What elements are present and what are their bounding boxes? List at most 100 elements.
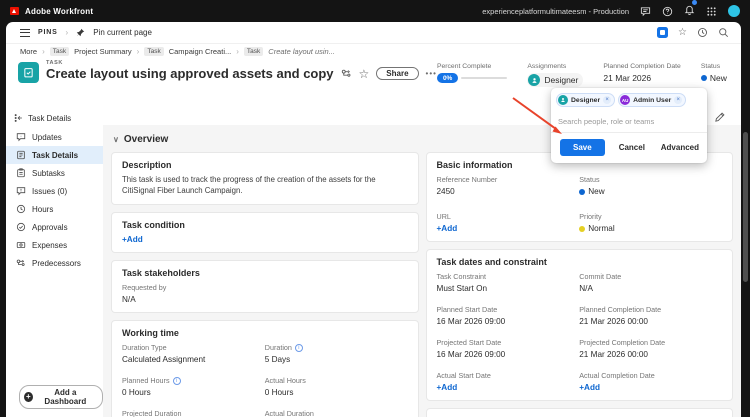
pins-toolbar: PINS › Pin current page ☆ bbox=[6, 22, 741, 44]
remove-assignee-icon[interactable]: × bbox=[674, 96, 683, 104]
search-icon[interactable] bbox=[718, 27, 729, 38]
sidebar-item-label: Subtasks bbox=[32, 168, 65, 178]
working-time-card: Working time Duration Type Calculated As… bbox=[111, 320, 419, 417]
assignee-chip-label: Admin User bbox=[633, 96, 672, 104]
assignee-chip-designer[interactable]: Designer × bbox=[556, 93, 616, 107]
add-actual-start-link[interactable]: +Add bbox=[437, 383, 580, 392]
breadcrumb-current-task: Create layout usin... bbox=[268, 47, 335, 56]
field-label: Actual Duration bbox=[264, 409, 314, 417]
info-icon: i bbox=[294, 343, 303, 352]
field-value: Normal bbox=[588, 224, 615, 233]
app-switcher-icon[interactable] bbox=[706, 6, 717, 17]
pin-current-page-button[interactable]: Pin current page bbox=[93, 28, 152, 37]
breadcrumb-more[interactable]: More bbox=[20, 47, 37, 56]
basic-information-card: Basic information Reference Number 2450 … bbox=[425, 152, 733, 242]
add-dashboard-label: Add a Dashboard bbox=[44, 388, 87, 406]
field-label: Task Constraint bbox=[436, 272, 487, 281]
updates-icon bbox=[16, 133, 26, 142]
scrollbar-thumb[interactable] bbox=[743, 132, 748, 282]
edit-pencil-icon[interactable] bbox=[714, 112, 725, 123]
status-block: Status New bbox=[700, 63, 727, 87]
add-url-link[interactable]: +Add bbox=[437, 224, 580, 233]
share-button[interactable]: Share bbox=[376, 67, 419, 80]
chevron-down-icon: ∨ bbox=[113, 135, 119, 144]
description-card: Description This task is used to track t… bbox=[111, 152, 419, 206]
breadcrumb-project-summary[interactable]: Project Summary bbox=[74, 47, 132, 56]
more-options-icon[interactable]: ••• bbox=[426, 69, 437, 78]
predecessor-flow-icon[interactable] bbox=[341, 68, 352, 79]
sidebar-item-expenses[interactable]: Expenses bbox=[6, 236, 103, 254]
predecessors-icon bbox=[16, 259, 25, 266]
field-value: 21 Mar 2026 00:00 bbox=[579, 350, 648, 359]
sidebar-item-subtasks[interactable]: Subtasks bbox=[6, 164, 103, 182]
field-label: Projected Duration bbox=[122, 409, 182, 417]
field-label: Planned Hours bbox=[122, 376, 170, 386]
remove-assignee-icon[interactable]: × bbox=[603, 96, 612, 104]
sidebar-item-task-details[interactable]: Task Details bbox=[6, 146, 103, 164]
favorites-star-icon[interactable]: ☆ bbox=[678, 27, 687, 38]
favorite-star-icon[interactable]: ☆ bbox=[359, 68, 370, 80]
sidebar-item-updates[interactable]: Updates bbox=[6, 128, 103, 146]
info-icon: i bbox=[172, 376, 181, 385]
app-panel: PINS › Pin current page ☆ More › Task Pr… bbox=[6, 22, 741, 417]
field-label: Priority bbox=[579, 212, 602, 221]
field-label: Planned Completion Date bbox=[579, 305, 662, 314]
help-icon[interactable] bbox=[662, 6, 673, 17]
assignee-avatar bbox=[558, 95, 568, 105]
sidebar-item-label: Approvals bbox=[32, 222, 68, 232]
sidebar-item-label: Expenses bbox=[32, 240, 68, 250]
recents-history-icon[interactable] bbox=[697, 27, 708, 38]
breadcrumb-campaign[interactable]: Campaign Creati... bbox=[169, 47, 232, 56]
main-menu-icon[interactable] bbox=[20, 28, 30, 37]
assignee-chip-admin-user[interactable]: AU Admin User × bbox=[618, 93, 687, 107]
percent-complete-value[interactable]: 0% bbox=[436, 73, 459, 83]
sidebar-item-label: Hours bbox=[32, 204, 54, 214]
advanced-button[interactable]: Advanced bbox=[661, 143, 699, 152]
notification-dot bbox=[692, 0, 697, 5]
assignee-pill[interactable]: Designer bbox=[527, 73, 584, 87]
sidebar-item-predecessors[interactable]: Predecessors bbox=[6, 254, 103, 272]
field-value: 21 Mar 2026 00:00 bbox=[579, 317, 648, 326]
approvals-icon bbox=[16, 222, 26, 232]
active-pin-badge-icon[interactable] bbox=[657, 27, 669, 38]
sidebar-item-approvals[interactable]: Approvals bbox=[6, 218, 103, 236]
field-label: Commit Date bbox=[579, 272, 622, 281]
cancel-button[interactable]: Cancel bbox=[619, 143, 645, 152]
add-dashboard-button[interactable]: + Add a Dashboard bbox=[19, 385, 103, 409]
assignee-avatar: AU bbox=[620, 95, 631, 105]
field-value: 16 Mar 2026 09:00 bbox=[436, 350, 506, 359]
chevron-right-icon: › bbox=[236, 47, 239, 56]
field-value: 5 Days bbox=[264, 355, 291, 365]
add-task-condition-link[interactable]: +Add bbox=[122, 235, 408, 244]
sidebar-item-issues[interactable]: Issues (0) bbox=[6, 182, 103, 200]
panel-header[interactable]: Task Details bbox=[6, 110, 103, 128]
issues-icon bbox=[16, 187, 26, 196]
status-dot bbox=[700, 75, 707, 81]
entry-updates-card: Entry and updates Entry Date 10 Feb 2026… bbox=[425, 408, 733, 417]
card-title: Task condition bbox=[122, 220, 185, 231]
field-value: N/A bbox=[579, 284, 593, 293]
task-type-icon bbox=[18, 62, 39, 83]
field-label: Duration Type bbox=[122, 343, 167, 353]
status-label: Status bbox=[700, 63, 721, 70]
card-title: Description bbox=[122, 160, 172, 170]
notifications-bell-icon[interactable] bbox=[684, 0, 697, 20]
field-value: New bbox=[588, 187, 605, 196]
field-value: N/A bbox=[122, 295, 136, 305]
task-stakeholders-card: Task stakeholders Requested by N/A bbox=[111, 260, 419, 314]
sidebar-item-hours[interactable]: Hours bbox=[6, 200, 103, 218]
add-actual-completion-link[interactable]: +Add bbox=[579, 383, 722, 392]
user-avatar[interactable] bbox=[728, 5, 740, 17]
subtasks-icon bbox=[17, 168, 25, 178]
task-condition-card: Task condition +Add bbox=[111, 212, 419, 254]
assignee-search-input[interactable] bbox=[551, 115, 707, 132]
feedback-icon[interactable] bbox=[640, 6, 651, 17]
pins-label[interactable]: PINS bbox=[38, 29, 58, 36]
page-title: Create layout using approved assets and … bbox=[46, 66, 334, 81]
collapse-panel-icon[interactable] bbox=[14, 113, 24, 123]
card-title: Task dates and constraint bbox=[436, 257, 547, 267]
save-button[interactable]: Save bbox=[560, 139, 605, 156]
brand-title: Adobe Workfront bbox=[25, 6, 94, 16]
breadcrumb: More › Task Project Summary › Task Campa… bbox=[6, 44, 741, 59]
field-label: Actual Completion Date bbox=[579, 371, 655, 380]
